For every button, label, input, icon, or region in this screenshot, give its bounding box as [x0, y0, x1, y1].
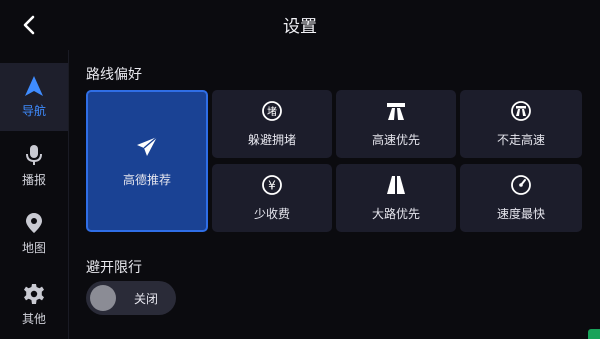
- sidebar-divider: [68, 50, 69, 339]
- avoid-restriction-title: 避开限行: [86, 260, 142, 276]
- sidebar-item-navigation[interactable]: 导航: [0, 63, 68, 131]
- sidebar-item-map[interactable]: 地图: [0, 200, 68, 268]
- sidebar-item-label: 导航: [21, 104, 46, 118]
- map-pin-icon: [26, 213, 42, 233]
- pref-option-label: 速度最快: [496, 207, 545, 221]
- pref-option-avoid-congestion[interactable]: 堵 躲避拥堵: [212, 90, 332, 158]
- sidebar-item-other[interactable]: 其他: [0, 271, 68, 339]
- yuan-coin-icon: ¥: [262, 175, 282, 195]
- speedometer-icon: [511, 175, 531, 195]
- pref-option-main-road-first[interactable]: 大路优先: [336, 164, 456, 232]
- status-corner-mark: [588, 329, 600, 339]
- sidebar-item-label: 播报: [21, 173, 46, 187]
- svg-text:¥: ¥: [268, 179, 276, 193]
- pref-option-no-highway[interactable]: 不走高速: [460, 90, 582, 158]
- avoid-restriction-toggle[interactable]: 关闭: [86, 281, 176, 315]
- microphone-icon: [26, 145, 42, 165]
- svg-text:堵: 堵: [267, 105, 277, 118]
- sidebar: 导航 播报 地图 其他: [0, 63, 68, 339]
- pref-option-recommended[interactable]: 高德推荐: [86, 90, 208, 232]
- route-preference-title: 路线偏好: [86, 67, 142, 83]
- pref-option-label: 躲避拥堵: [247, 133, 296, 147]
- gear-icon: [24, 284, 44, 304]
- sidebar-item-broadcast[interactable]: 播报: [0, 132, 68, 200]
- pref-option-label: 大路优先: [371, 207, 420, 221]
- pref-option-fastest[interactable]: 速度最快: [460, 164, 582, 232]
- avoid-congestion-icon: 堵: [262, 101, 282, 121]
- sidebar-item-label: 地图: [21, 241, 46, 255]
- pref-option-label: 高德推荐: [122, 172, 171, 187]
- sidebar-item-label: 其他: [21, 312, 46, 326]
- header-bar: 设置: [0, 0, 600, 50]
- toggle-state-label: 关闭: [134, 292, 159, 306]
- main-road-icon: [387, 176, 405, 194]
- toggle-knob: [90, 285, 116, 311]
- paper-plane-icon: [137, 135, 158, 156]
- pref-option-label: 不走高速: [496, 133, 545, 147]
- navigation-arrow-icon: [25, 76, 43, 96]
- pref-option-label: 少收费: [253, 207, 290, 221]
- pref-option-less-toll[interactable]: ¥ 少收费: [212, 164, 332, 232]
- page-title: 设置: [283, 17, 317, 37]
- no-highway-icon: [511, 101, 531, 121]
- pref-option-highway-first[interactable]: 高速优先: [336, 90, 456, 158]
- highway-icon: [387, 103, 405, 120]
- pref-option-label: 高速优先: [371, 133, 420, 147]
